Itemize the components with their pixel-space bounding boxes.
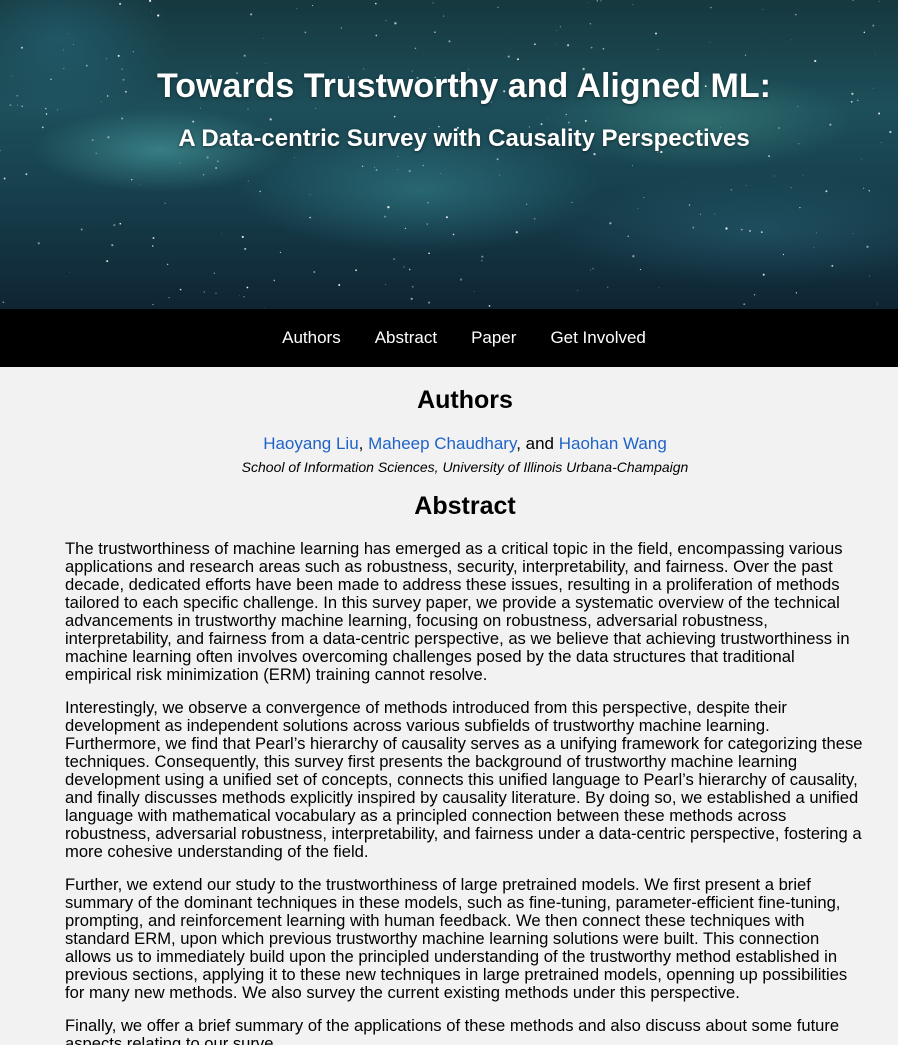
authors-heading: Authors xyxy=(417,386,513,414)
aurora-starfield-background xyxy=(0,0,892,309)
abstract-paragraph: Further, we extend our study to the trus… xyxy=(65,875,848,1002)
abstract-body: The trustworthiness of machine learning … xyxy=(65,540,865,1045)
hero-banner: Towards Trustworthy and Aligned ML: A Da… xyxy=(0,0,898,309)
abstract-section: Abstract The trustworthiness of machine … xyxy=(65,492,865,1045)
main-nav: Authors Abstract Paper Get Involved xyxy=(0,309,898,367)
authors-section: Authors Haoyang Liu, Maheep Chaudhary, a… xyxy=(65,367,865,475)
page-subtitle: A Data-centric Survey with Causality Per… xyxy=(178,125,750,152)
author-separator: , xyxy=(358,434,369,453)
author-separator: , and xyxy=(516,434,559,453)
nav-link-authors[interactable]: Authors xyxy=(282,328,341,348)
abstract-paragraph: Interestingly, we observe a convergence … xyxy=(65,698,863,861)
abstract-paragraph: Finally, we offer a brief summary of the… xyxy=(65,1016,840,1045)
main-content: Authors Haoyang Liu, Maheep Chaudhary, a… xyxy=(0,367,898,1045)
author-link-maheep-chaudhary[interactable]: Maheep Chaudhary xyxy=(368,434,516,453)
nav-link-get-involved[interactable]: Get Involved xyxy=(550,328,645,348)
affiliation: School of Information Sciences, Universi… xyxy=(241,459,689,475)
abstract-heading: Abstract xyxy=(414,492,516,520)
author-list: Haoyang Liu, Maheep Chaudhary, and Haoha… xyxy=(65,434,865,454)
nav-link-paper[interactable]: Paper xyxy=(471,328,516,348)
author-link-haoyang-liu[interactable]: Haoyang Liu xyxy=(263,434,358,453)
page-title: Towards Trustworthy and Aligned ML: xyxy=(157,67,771,105)
nav-link-abstract[interactable]: Abstract xyxy=(375,328,437,348)
author-link-haohan-wang[interactable]: Haohan Wang xyxy=(559,434,667,453)
abstract-paragraph: The trustworthiness of machine learning … xyxy=(65,539,850,684)
